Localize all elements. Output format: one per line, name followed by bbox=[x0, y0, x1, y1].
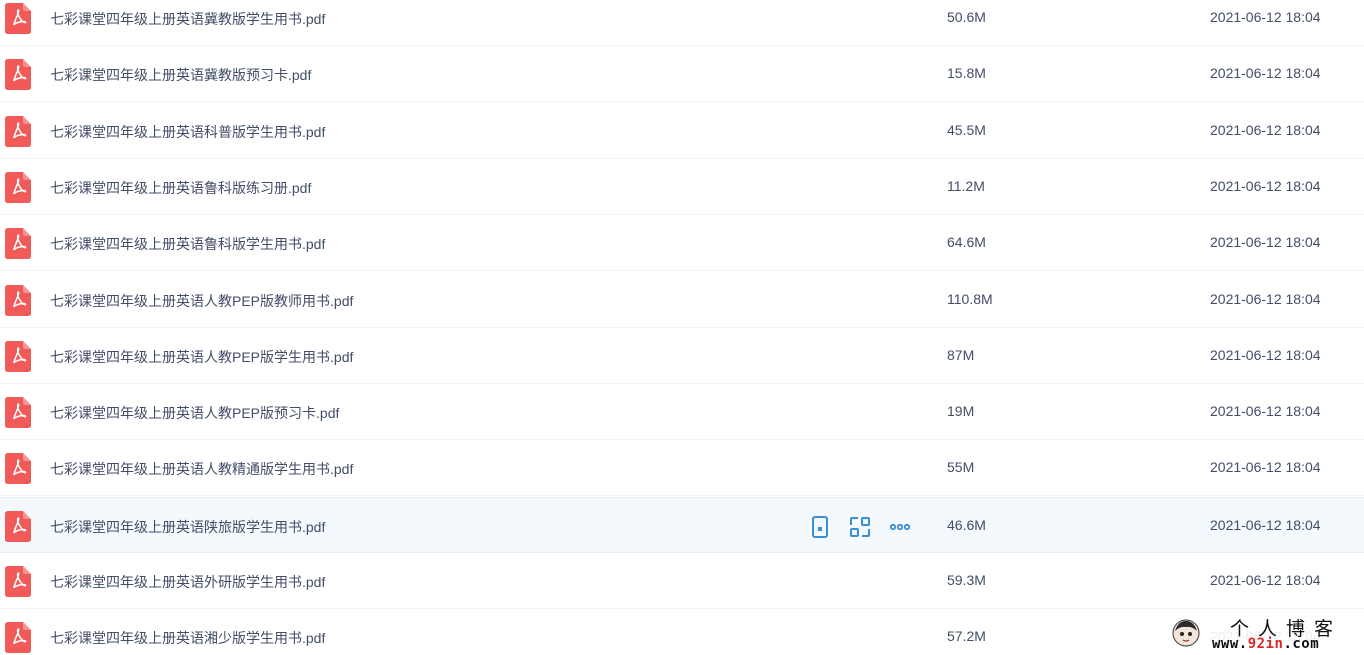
file-name[interactable]: 七彩课堂四年级上册英语人教精通版学生用书.pdf bbox=[50, 459, 353, 479]
file-name[interactable]: 七彩课堂四年级上册英语鲁科版学生用书.pdf bbox=[50, 234, 325, 254]
file-row[interactable]: 七彩课堂四年级上册英语人教精通版学生用书.pdf 55M 2021-06-12 18… bbox=[0, 440, 1364, 496]
file-modified-date: 2021-06-12 18:04 bbox=[1210, 65, 1321, 81]
file-row[interactable]: 七彩课堂四年级上册英语科普版学生用书.pdf 45.5M 2021-06-12 18… bbox=[0, 103, 1364, 159]
file-name[interactable]: 七彩课堂四年级上册英语人教PEP版预习卡.pdf bbox=[50, 403, 339, 423]
file-modified-date: 2021-06-12 18:04 bbox=[1210, 403, 1321, 419]
file-modified-date: 2021-06-12 18:04 bbox=[1210, 572, 1321, 588]
file-row[interactable]: 七彩课堂四年级上册英语鲁科版练习册.pdf 11.2M 2021-06-12 18:… bbox=[0, 159, 1364, 215]
file-size: 46.6M bbox=[947, 517, 986, 533]
pdf-file-icon bbox=[5, 397, 31, 428]
pdf-file-icon bbox=[5, 228, 31, 259]
watermark: 个人博客 www.92in.com bbox=[1168, 612, 1364, 655]
file-row[interactable]: 七彩课堂四年级上册英语人教PEP版教师用书.pdf 110.8M 2021-06-1… bbox=[0, 272, 1364, 328]
file-modified-date: 2021-06-12 18:04 bbox=[1210, 347, 1321, 363]
file-modified-date: 2021-06-12 18:04 bbox=[1210, 459, 1321, 475]
file-list: 七彩课堂四年级上册英语冀教版学生用书.pdf 50.6M 2021-06-12 18… bbox=[0, 0, 1364, 655]
file-row[interactable]: 七彩课堂四年级上册英语外研版学生用书.pdf 59.3M 2021-06-12 18… bbox=[0, 553, 1364, 609]
file-size: 19M bbox=[947, 403, 975, 419]
pdf-file-icon bbox=[5, 453, 31, 484]
file-row[interactable]: 七彩课堂四年级上册英语冀教版学生用书.pdf 50.6M 2021-06-12 18… bbox=[0, 0, 1364, 46]
file-row[interactable]: 七彩课堂四年级上册英语人教PEP版预习卡.pdf 19M 2021-06-12 18… bbox=[0, 384, 1364, 440]
file-size: 15.8M bbox=[947, 65, 986, 81]
pdf-file-icon bbox=[5, 566, 31, 597]
file-modified-date: 2021-06-12 18:04 bbox=[1210, 291, 1321, 307]
pdf-file-icon bbox=[5, 511, 31, 542]
file-name[interactable]: 七彩课堂四年级上册英语人教PEP版教师用书.pdf bbox=[50, 291, 353, 311]
file-modified-date: 2021-06-12 18:04 bbox=[1210, 517, 1321, 533]
file-name[interactable]: 七彩课堂四年级上册英语科普版学生用书.pdf bbox=[50, 122, 325, 142]
file-name[interactable]: 七彩课堂四年级上册英语陕旅版学生用书.pdf bbox=[50, 517, 325, 537]
file-modified-date: 2021-06-12 18:04 bbox=[1210, 178, 1321, 194]
pdf-file-icon bbox=[5, 341, 31, 372]
pdf-file-icon bbox=[5, 172, 31, 203]
file-modified-date: 2021-06-12 18:04 bbox=[1210, 234, 1321, 250]
file-row[interactable]: 七彩课堂四年级上册英语陕旅版学生用书.pdf 46.6M 2021-06-12 18… bbox=[0, 497, 1364, 553]
file-size: 45.5M bbox=[947, 122, 986, 138]
file-name[interactable]: 七彩课堂四年级上册英语冀教版预习卡.pdf bbox=[50, 65, 311, 85]
more-icon[interactable] bbox=[888, 515, 912, 539]
file-name[interactable]: 七彩课堂四年级上册英语冀教版学生用书.pdf bbox=[50, 9, 325, 29]
file-name[interactable]: 七彩课堂四年级上册英语鲁科版练习册.pdf bbox=[50, 178, 311, 198]
file-row[interactable]: 七彩课堂四年级上册英语鲁科版学生用书.pdf 64.6M 2021-06-12 18… bbox=[0, 215, 1364, 271]
pdf-file-icon bbox=[5, 622, 31, 653]
watermark-url: www.92in.com bbox=[1212, 636, 1320, 652]
file-size: 59.3M bbox=[947, 572, 986, 588]
pdf-file-icon bbox=[5, 285, 31, 316]
file-name[interactable]: 七彩课堂四年级上册英语人教PEP版学生用书.pdf bbox=[50, 347, 353, 367]
phone-icon[interactable] bbox=[808, 515, 832, 539]
file-size: 110.8M bbox=[947, 291, 993, 307]
file-size: 50.6M bbox=[947, 9, 986, 25]
share-icon[interactable] bbox=[848, 515, 872, 539]
avatar-icon bbox=[1172, 619, 1200, 647]
pdf-file-icon bbox=[5, 59, 31, 90]
file-size: 64.6M bbox=[947, 234, 986, 250]
file-name[interactable]: 七彩课堂四年级上册英语外研版学生用书.pdf bbox=[50, 572, 325, 592]
file-size: 87M bbox=[947, 347, 975, 363]
file-modified-date: 2021-06-12 18:04 bbox=[1210, 122, 1321, 138]
pdf-file-icon bbox=[5, 116, 31, 147]
file-modified-date: 2021-06-12 18:04 bbox=[1210, 9, 1321, 25]
file-row[interactable]: 七彩课堂四年级上册英语冀教版预习卡.pdf 15.8M 2021-06-12 18:… bbox=[0, 46, 1364, 102]
file-row[interactable]: 七彩课堂四年级上册英语人教PEP版学生用书.pdf 87M 2021-06-12 1… bbox=[0, 328, 1364, 384]
pdf-file-icon bbox=[5, 3, 31, 34]
file-size: 57.2M bbox=[947, 628, 986, 644]
file-size: 11.2M bbox=[947, 178, 985, 194]
file-name[interactable]: 七彩课堂四年级上册英语湘少版学生用书.pdf bbox=[50, 628, 325, 648]
file-size: 55M bbox=[947, 459, 975, 475]
file-row[interactable]: 七彩课堂四年级上册英语湘少版学生用书.pdf57.2M2021-06-12 18… bbox=[0, 609, 1364, 655]
